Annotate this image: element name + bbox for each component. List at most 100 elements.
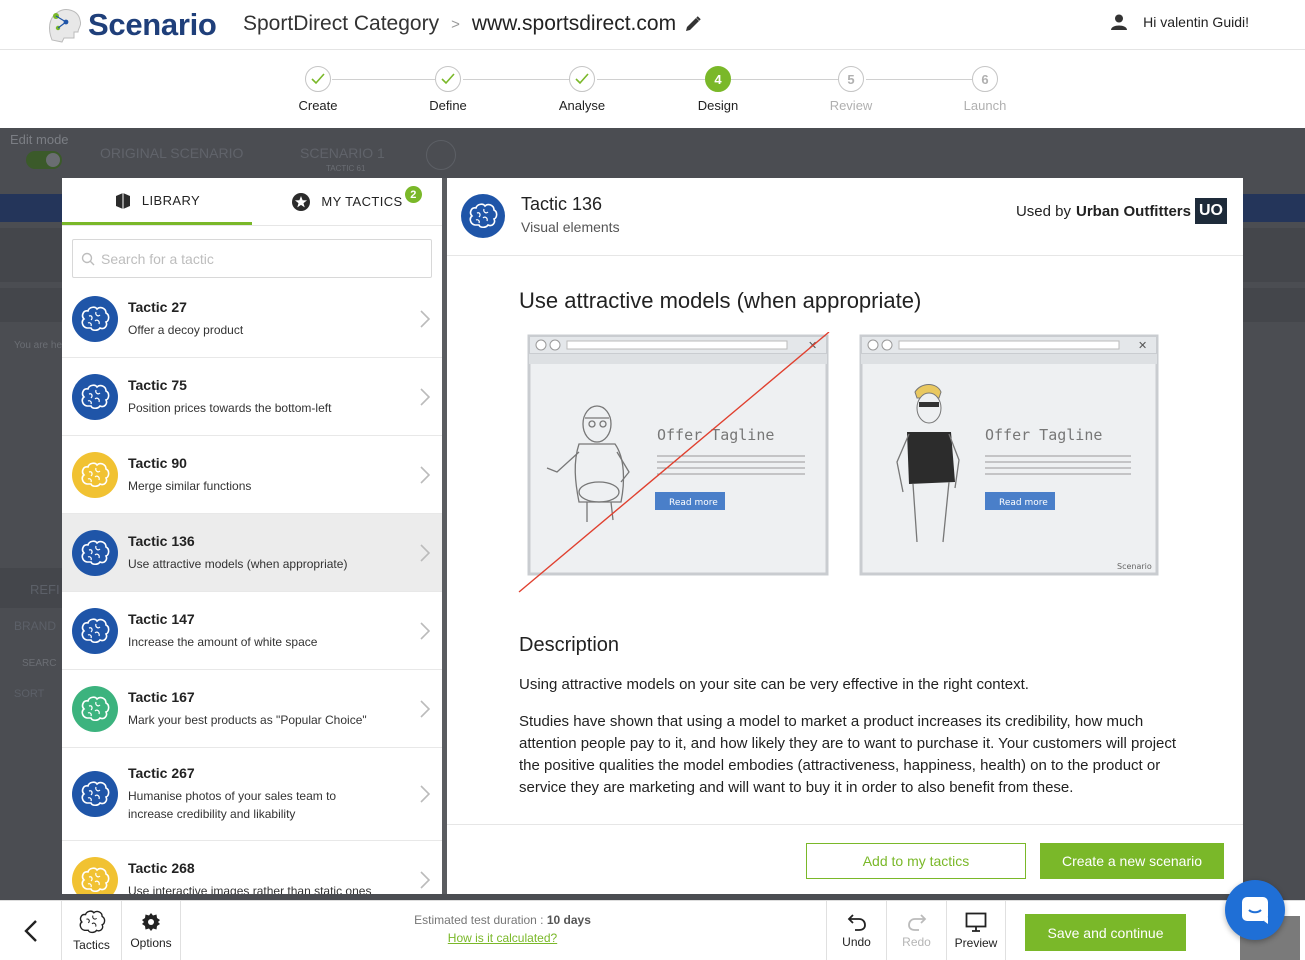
- chevron-right-icon: [420, 870, 430, 889]
- tactic-item-167[interactable]: Tactic 167 Mark your best products as "P…: [62, 670, 442, 748]
- tactics-button[interactable]: Tactics: [61, 901, 121, 960]
- tactic-title: Tactic 268: [128, 859, 195, 876]
- tactic-title: Tactic 167: [128, 688, 195, 705]
- step-number: 5: [838, 66, 864, 92]
- chevron-right-icon: [420, 621, 430, 640]
- you-are-here: You are he: [14, 340, 63, 351]
- check-icon: [305, 66, 331, 92]
- bottom-toolbar: Tactics Options Estimated test duration …: [0, 900, 1305, 960]
- search-icon: [81, 252, 95, 266]
- undo-icon: [847, 913, 867, 931]
- tactic-item-267[interactable]: Tactic 267 Humanise photos of your sales…: [62, 748, 442, 841]
- star-circle-icon: [291, 192, 311, 212]
- step-number: 4: [705, 66, 731, 92]
- detail-title: Tactic 136: [521, 194, 603, 214]
- tactic-search[interactable]: [72, 239, 432, 278]
- step-define[interactable]: Define: [398, 66, 498, 113]
- step-label: Launch: [963, 98, 1007, 113]
- redo-icon: [907, 913, 927, 931]
- brain-icon: [461, 194, 505, 238]
- illustration-button: Read more: [999, 498, 1048, 508]
- save-and-continue-button[interactable]: Save and continue: [1025, 914, 1186, 951]
- tactic-item-27[interactable]: Tactic 27 Offer a decoy product: [62, 280, 442, 358]
- chevron-right-icon: [420, 785, 430, 803]
- brain-icon: [72, 607, 118, 654]
- original-scenario-tab: ORIGINAL SCENARIO: [100, 145, 244, 161]
- tactic-tag: TACTIC 61: [326, 164, 366, 173]
- edit-mode-toggle: [26, 151, 62, 169]
- logo-text: Scenario: [88, 7, 217, 42]
- description-heading: Description: [519, 634, 620, 656]
- create-new-scenario-button[interactable]: Create a new scenario: [1040, 843, 1224, 879]
- breadcrumb-separator: >: [451, 15, 460, 33]
- brain-icon: [77, 910, 107, 934]
- tactic-item-136[interactable]: Tactic 136 Use attractive models (when a…: [62, 514, 442, 592]
- undo-button[interactable]: Undo: [826, 901, 886, 960]
- brain-icon: [72, 451, 118, 498]
- description-paragraph: Studies have shown that using a model to…: [519, 713, 1177, 796]
- add-scenario-icon: [426, 140, 456, 170]
- user-greeting: Hi valentin Guidi!: [1143, 14, 1249, 30]
- brain-icon: [72, 295, 118, 342]
- detail-body: Use attractive models (when appropriate)…: [447, 256, 1243, 824]
- options-button[interactable]: Options: [121, 901, 181, 960]
- description-paragraph: Using attractive models on your site can…: [519, 676, 1029, 693]
- scenario-1-tab: SCENARIO 1: [300, 145, 385, 161]
- chat-button[interactable]: [1225, 880, 1285, 940]
- redo-button[interactable]: Redo: [886, 901, 946, 960]
- step-label: Review: [829, 98, 873, 113]
- preview-label: Preview: [954, 936, 998, 950]
- tactic-title: Tactic 267: [128, 765, 195, 781]
- user-menu[interactable]: Hi valentin Guidi!: [1111, 14, 1249, 30]
- tactic-subtitle: Offer a decoy product: [128, 322, 244, 337]
- options-label: Options: [130, 936, 172, 950]
- tactic-subtitle: Humanise photos of your sales team to in…: [128, 789, 337, 821]
- estimate-label: Estimated test duration :: [414, 913, 547, 927]
- tactics-label: Tactics: [73, 938, 110, 952]
- step-create[interactable]: Create: [268, 66, 368, 113]
- tab-library-label: LIBRARY: [141, 192, 201, 208]
- tab-library[interactable]: LIBRARY: [62, 178, 252, 225]
- detail-footer: Add to my tactics Create a new scenario: [447, 824, 1243, 894]
- my-tactics-count-badge: 2: [405, 186, 422, 203]
- undo-label: Undo: [842, 935, 871, 949]
- how-calculated-link[interactable]: How is it calculated?: [380, 931, 625, 945]
- step-design[interactable]: 4 Design: [668, 66, 768, 113]
- illustration-tagline: Offer Tagline: [657, 426, 774, 444]
- back-button[interactable]: [0, 901, 61, 960]
- search-input[interactable]: [101, 250, 401, 267]
- svg-text:✕: ✕: [1138, 339, 1147, 352]
- tactic-heading: Use attractive models (when appropriate): [519, 288, 922, 313]
- tactic-item-147[interactable]: Tactic 147 Increase the amount of white …: [62, 592, 442, 670]
- tactic-title: Tactic 136: [128, 532, 195, 549]
- preview-button[interactable]: Preview: [946, 901, 1006, 960]
- tactic-item-90[interactable]: Tactic 90 Merge similar functions: [62, 436, 442, 514]
- monitor-icon: [965, 912, 987, 932]
- illustration-watermark: Scenario: [1117, 562, 1152, 571]
- chevron-left-icon: [23, 919, 38, 943]
- tactic-detail-panel: Tactic 136 Visual elements Used by Urban…: [447, 178, 1243, 894]
- library-tabs: LIBRARY MY TACTICS 2: [62, 178, 442, 226]
- tactic-title: Tactic 27: [128, 298, 187, 315]
- tactic-item-75[interactable]: Tactic 75 Position prices towards the bo…: [62, 358, 442, 436]
- estimated-duration: Estimated test duration : 10 days How is…: [380, 913, 625, 945]
- step-number: 6: [972, 66, 998, 92]
- tactic-subtitle: Increase the amount of white space: [128, 634, 318, 649]
- step-label: Define: [429, 98, 467, 113]
- logo[interactable]: Scenario: [44, 6, 217, 44]
- project-name[interactable]: SportDirect Category: [243, 12, 439, 36]
- pencil-icon[interactable]: [684, 15, 702, 33]
- chevron-right-icon: [420, 387, 430, 406]
- tactic-item-268[interactable]: Tactic 268 Use interactive images rather…: [62, 841, 442, 894]
- breadcrumb: SportDirect Category > www.sportsdirect.…: [243, 12, 702, 36]
- add-to-my-tactics-button[interactable]: Add to my tactics: [806, 843, 1026, 879]
- tab-my-tactics[interactable]: MY TACTICS 2: [252, 178, 442, 225]
- step-analyse[interactable]: Analyse: [532, 66, 632, 113]
- check-icon: [435, 66, 461, 92]
- chevron-right-icon: [420, 465, 430, 484]
- chevron-right-icon: [420, 699, 430, 718]
- brain-icon: [72, 529, 118, 576]
- used-by-brand: Urban Outfitters: [1075, 202, 1191, 220]
- chat-icon: [1240, 895, 1270, 925]
- progress-stepper: Create Define Analyse 4 Design 5 Review …: [0, 50, 1305, 128]
